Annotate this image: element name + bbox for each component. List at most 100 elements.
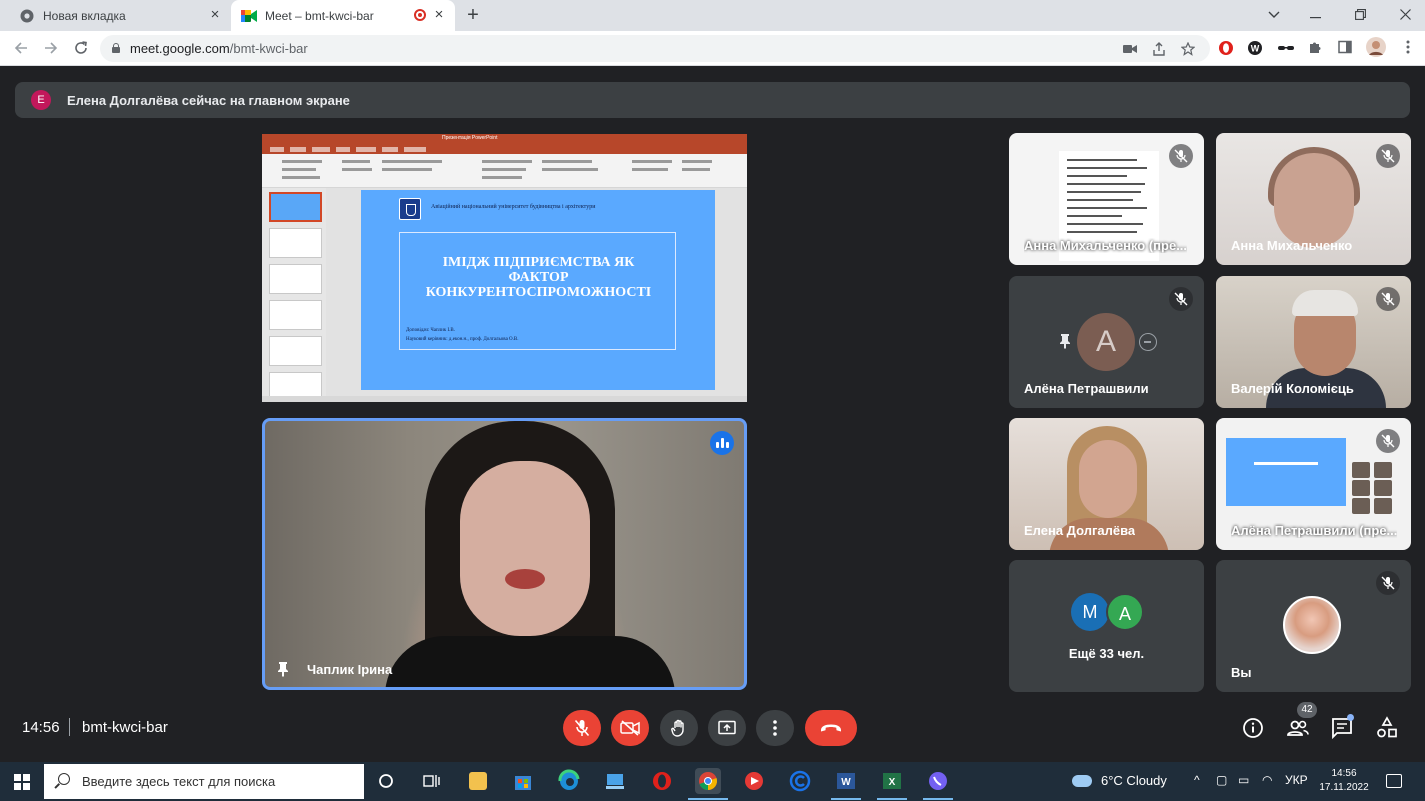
pin-icon[interactable] [277, 661, 291, 677]
participant-tile[interactable]: Анна Михальченко (пре... [1009, 133, 1204, 265]
mic-toggle-button[interactable] [563, 710, 601, 746]
microsoft-store-icon[interactable] [510, 768, 536, 794]
chrome-taskbar-icon[interactable] [695, 768, 721, 794]
side-panel-icon[interactable] [1337, 40, 1353, 56]
mic-off-icon [574, 719, 590, 737]
more-options-button[interactable] [756, 710, 794, 746]
self-tile[interactable]: Вы [1216, 560, 1411, 692]
slide-thumbnail[interactable] [269, 336, 322, 366]
shared-screen-presentation[interactable]: Презентація PowerPoint Авіаційний націон… [262, 134, 747, 402]
tab-new-tab[interactable]: Новая вкладка × [0, 0, 231, 31]
svg-text:X: X [889, 777, 896, 788]
slide-thumbnail[interactable] [269, 228, 322, 258]
extension-w-icon[interactable]: W [1247, 40, 1263, 56]
chrome-menu-icon[interactable] [1400, 40, 1416, 56]
word-icon[interactable]: W [833, 768, 859, 794]
active-speaker-tile[interactable]: Чаплик Ірина [262, 418, 747, 690]
slide-thumbnail[interactable] [269, 300, 322, 330]
meet-icon [241, 8, 257, 24]
powerpoint-status-bar [262, 396, 747, 402]
participant-tile[interactable]: A Алёна Петрашвили [1009, 276, 1204, 408]
participant-tile[interactable]: Елена Долгалёва [1009, 418, 1204, 550]
search-placeholder: Введите здесь текст для поиска [82, 774, 276, 789]
close-tab-icon[interactable]: × [431, 7, 447, 23]
slide-thumbnail[interactable] [269, 264, 322, 294]
people-icon [1287, 720, 1309, 736]
battery-icon[interactable]: ▭ [1238, 773, 1249, 787]
slide-title-box: ІМІДЖ ПІДПРИЄМСТВА ЯК ФАКТОР КОНКУРЕНТОС… [399, 232, 676, 350]
ccleaner-icon[interactable] [787, 768, 813, 794]
tab-meet[interactable]: Meet – bmt-kwci-bar × [231, 0, 455, 31]
pin-icon[interactable] [1059, 333, 1073, 349]
restore-icon[interactable] [1338, 0, 1383, 31]
forward-icon[interactable] [40, 37, 62, 59]
slide-thumbnail[interactable] [269, 192, 322, 222]
slide-author: Доповідач: Чаплик І.В. [406, 328, 455, 333]
profile-avatar-icon[interactable] [1366, 37, 1386, 57]
meet-tray-icon[interactable]: ▢ [1216, 773, 1227, 787]
remove-icon[interactable] [1139, 333, 1157, 351]
edge-icon[interactable] [556, 768, 582, 794]
raise-hand-button[interactable] [660, 710, 698, 746]
participant-name: Анна Михальченко (пре... [1024, 238, 1188, 253]
mic-off-icon [1376, 287, 1400, 311]
camera-in-use-icon[interactable] [1122, 41, 1138, 57]
powerpoint-ribbon [262, 154, 747, 188]
taskbar-clock[interactable]: 14:56 17.11.2022 [1316, 767, 1372, 795]
excel-icon[interactable]: X [879, 768, 905, 794]
leave-call-button[interactable] [805, 710, 857, 746]
share-icon[interactable] [1151, 41, 1167, 57]
taskbar-search-input[interactable]: Введите здесь текст для поиска [44, 764, 364, 799]
computer-app-icon[interactable] [602, 768, 628, 794]
extension-glasses-icon[interactable] [1277, 40, 1294, 56]
present-screen-button[interactable] [708, 710, 746, 746]
opera-icon[interactable] [649, 768, 675, 794]
reload-icon[interactable] [70, 37, 92, 59]
bookmark-star-icon[interactable] [1180, 41, 1196, 57]
camera-toggle-button[interactable] [611, 710, 649, 746]
wifi-icon[interactable]: ◠ [1262, 773, 1272, 787]
avatar: A [1106, 593, 1144, 631]
viber-icon[interactable] [925, 768, 951, 794]
cortana-icon[interactable] [373, 768, 399, 794]
new-tab-icon[interactable]: + [463, 5, 483, 25]
present-icon [718, 720, 736, 735]
current-slide: Авіаційний національний університет буді… [361, 190, 715, 390]
people-button[interactable] [1285, 715, 1311, 741]
activities-button[interactable] [1374, 715, 1400, 741]
participant-name: Алёна Петрашвили (пре... [1231, 523, 1398, 538]
show-hidden-icons-icon[interactable]: ^ [1194, 773, 1200, 787]
avatar: E [31, 90, 51, 110]
activities-icon [1377, 716, 1397, 738]
close-window-icon[interactable] [1383, 0, 1425, 31]
more-vert-icon [773, 720, 777, 736]
extensions-puzzle-icon[interactable] [1307, 40, 1323, 56]
lock-icon [112, 43, 120, 53]
language-indicator[interactable]: УКР [1285, 773, 1308, 787]
participant-tile[interactable]: Алёна Петрашвили (пре... [1216, 418, 1411, 550]
participant-tile[interactable]: Анна Михальченко [1216, 133, 1411, 265]
file-explorer-icon[interactable] [465, 768, 491, 794]
tab-search-chevron-icon[interactable] [1251, 0, 1296, 31]
participant-tile[interactable]: Валерій Коломієць [1216, 276, 1411, 408]
notifications-icon[interactable] [1386, 774, 1402, 788]
weather-text[interactable]: 6°C Cloudy [1101, 773, 1167, 788]
mic-off-icon [1376, 144, 1400, 168]
video-app-icon[interactable] [741, 768, 767, 794]
back-icon[interactable] [10, 37, 32, 59]
more-participants-tile[interactable]: M A Ещё 33 чел. [1009, 560, 1204, 692]
opera-extension-icon[interactable] [1218, 40, 1234, 56]
banner-text: Елена Долгалёва сейчас на главном экране [67, 92, 350, 108]
task-view-icon[interactable] [418, 768, 444, 794]
hang-up-icon [821, 724, 841, 732]
participant-name: Алёна Петрашвили [1024, 381, 1149, 396]
address-bar[interactable]: meet.google.com/bmt-kwci-bar [100, 35, 1210, 62]
minimize-icon[interactable] [1293, 0, 1338, 31]
close-tab-icon[interactable]: × [207, 7, 223, 23]
windows-start-icon[interactable] [14, 774, 30, 790]
meeting-time: 14:56 [22, 719, 60, 736]
slide-title: ІМІДЖ ПІДПРИЄМСТВА ЯК ФАКТОР КОНКУРЕНТОС… [425, 255, 652, 300]
recording-icon [414, 9, 426, 21]
meeting-details-button[interactable] [1240, 715, 1266, 741]
chat-unread-indicator [1347, 714, 1354, 721]
